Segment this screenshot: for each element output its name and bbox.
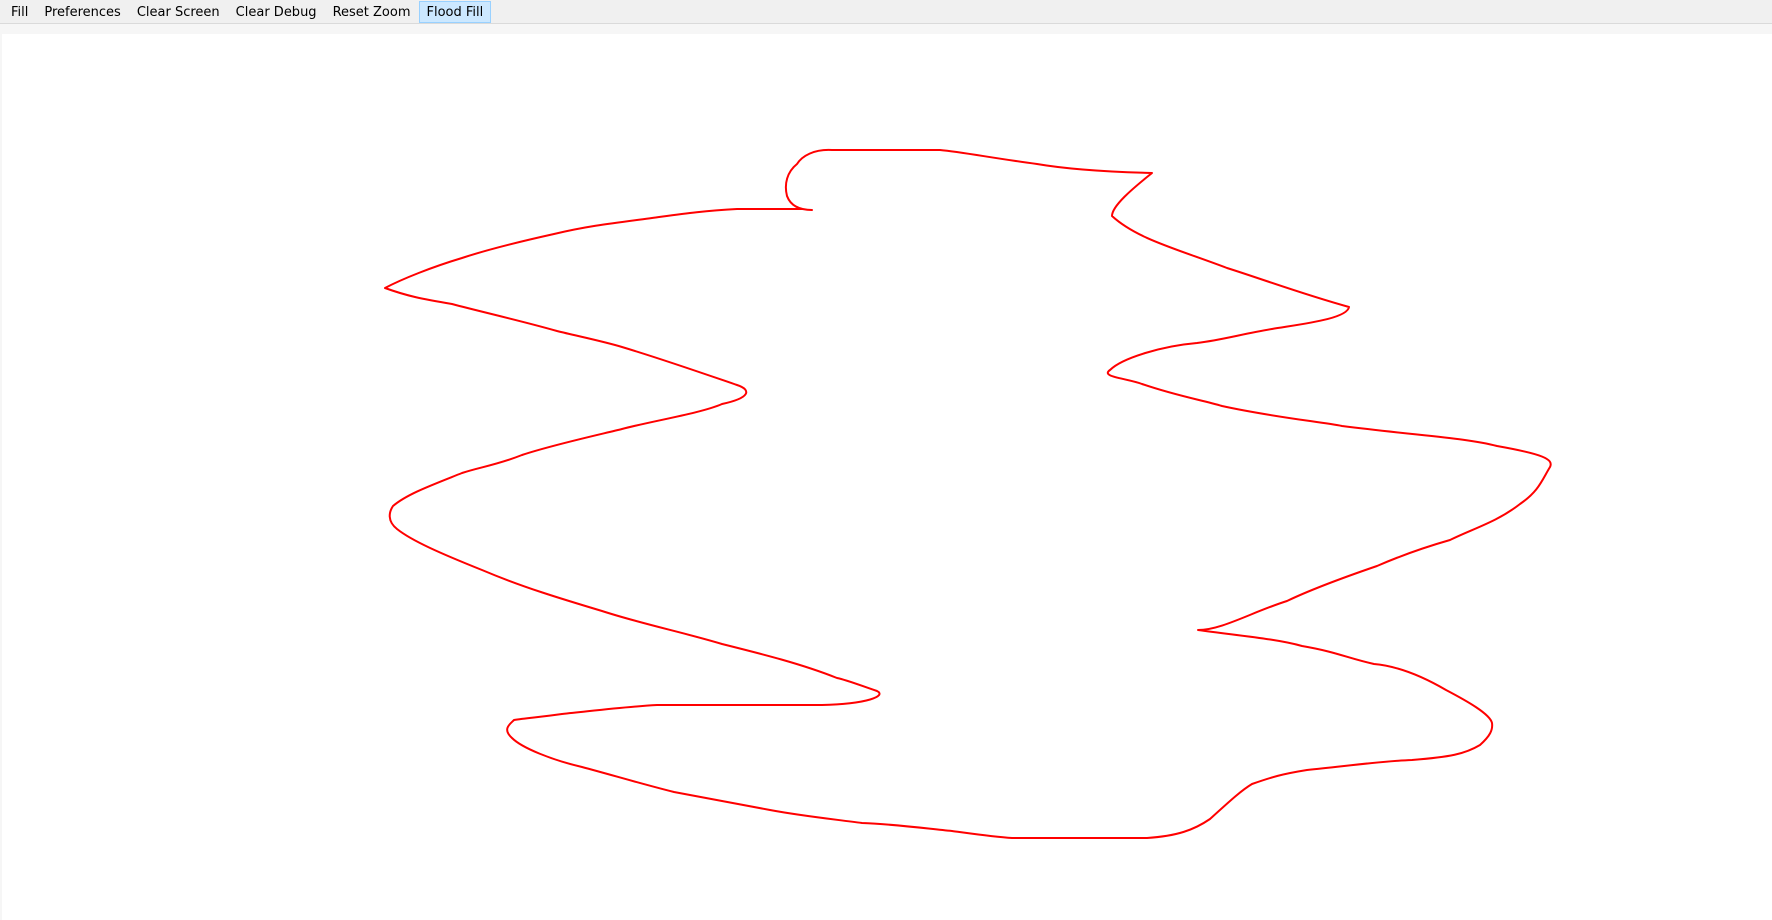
menu-item-flood-fill[interactable]: Flood Fill bbox=[418, 1, 492, 23]
menu-item-fill[interactable]: Fill bbox=[3, 1, 36, 23]
menu-item-reset-zoom[interactable]: Reset Zoom bbox=[325, 1, 419, 23]
drawing-canvas[interactable] bbox=[2, 34, 1772, 920]
canvas-frame bbox=[0, 24, 1772, 920]
freehand-red-outline bbox=[384, 148, 1552, 839]
menu-item-clear-screen[interactable]: Clear Screen bbox=[129, 1, 228, 23]
menu-item-clear-debug[interactable]: Clear Debug bbox=[228, 1, 325, 23]
drawing-surface bbox=[384, 148, 1552, 839]
menu-item-preferences[interactable]: Preferences bbox=[36, 1, 128, 23]
menu-bar: Fill Preferences Clear Screen Clear Debu… bbox=[0, 0, 1772, 24]
